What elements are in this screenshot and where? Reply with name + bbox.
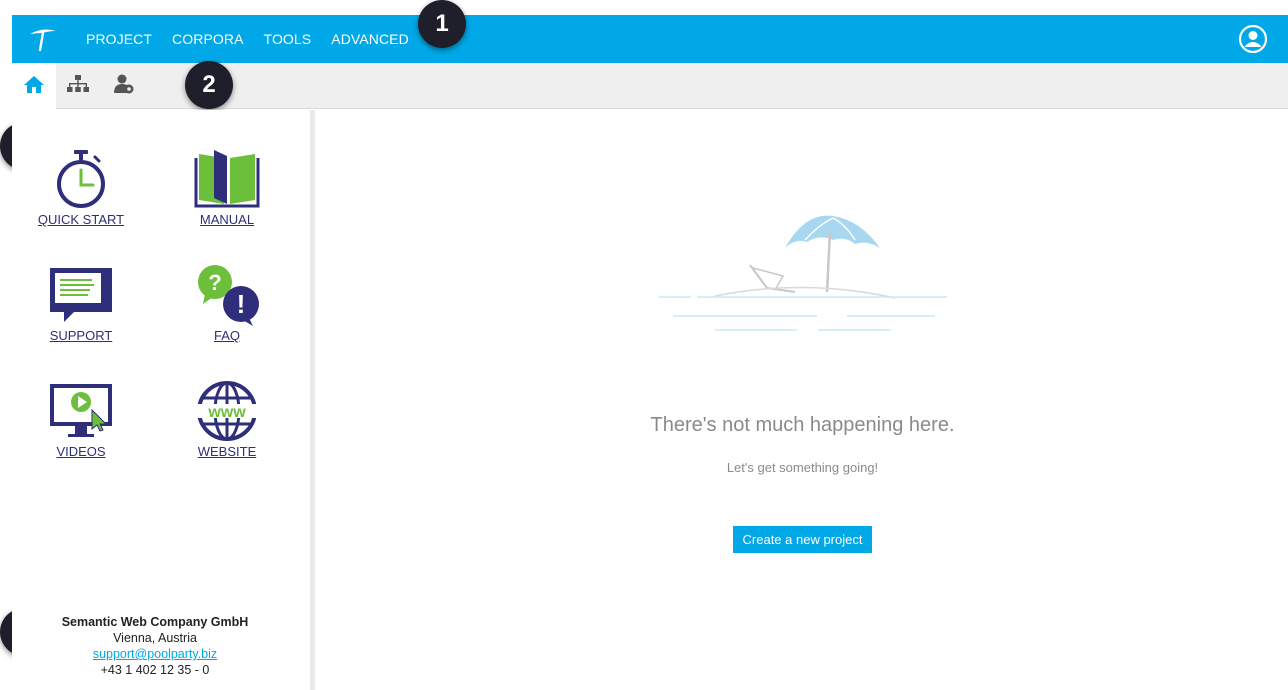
user-account-icon[interactable]	[1238, 24, 1268, 54]
umbrella-logo-icon[interactable]	[28, 25, 58, 53]
book-icon	[167, 148, 287, 210]
support-email-link[interactable]: support@poolparty.biz	[40, 646, 270, 662]
faq-link[interactable]: ? ! FAQ	[167, 264, 287, 343]
svg-text:www: www	[207, 404, 246, 421]
quick-start-label: QUICK START	[37, 212, 125, 227]
stopwatch-icon	[21, 148, 141, 210]
manual-link[interactable]: MANUAL	[167, 148, 287, 227]
sidebar-divider	[310, 110, 315, 690]
hierarchy-icon	[66, 74, 90, 99]
videos-label: VIDEOS	[56, 444, 106, 459]
faq-bubbles-icon: ? !	[167, 264, 287, 326]
company-location: Vienna, Austria	[113, 631, 197, 645]
home-icon	[23, 74, 45, 99]
menu-project[interactable]: PROJECT	[86, 31, 152, 47]
top-navigation-bar: PROJECT CORPORA TOOLS ADVANCED	[12, 15, 1288, 63]
manual-label: MANUAL	[199, 212, 255, 227]
menu-tools[interactable]: TOOLS	[264, 31, 312, 47]
quick-start-link[interactable]: QUICK START	[21, 148, 141, 227]
create-project-button[interactable]: Create a new project	[733, 526, 872, 553]
main-menu: PROJECT CORPORA TOOLS ADVANCED	[86, 15, 429, 63]
menu-advanced[interactable]: ADVANCED	[331, 31, 409, 47]
videos-link[interactable]: VIDEOS	[21, 380, 141, 459]
faq-label: FAQ	[213, 328, 240, 343]
tab-hierarchy[interactable]	[56, 63, 100, 109]
website-link[interactable]: www WEBSITE	[167, 380, 287, 459]
menu-corpora[interactable]: CORPORA	[172, 31, 244, 47]
tab-user-settings[interactable]	[102, 63, 146, 109]
company-phone: +43 1 402 12 35 - 0	[100, 663, 210, 677]
website-label: WEBSITE	[197, 444, 257, 459]
chat-support-icon	[21, 264, 141, 326]
svg-text:!: !	[237, 289, 246, 319]
svg-text:?: ?	[208, 270, 221, 295]
callout-badge-1: 1	[418, 0, 466, 48]
support-label: SUPPORT	[49, 328, 113, 343]
company-footer: Semantic Web Company GmbH Vienna, Austri…	[40, 614, 270, 678]
user-settings-icon	[113, 73, 135, 100]
empty-state-title: There's not much happening here.	[650, 414, 955, 436]
video-monitor-icon	[21, 380, 141, 442]
beach-umbrella-illustration	[655, 210, 950, 335]
company-name: Semantic Web Company GmbH	[61, 615, 249, 629]
tab-home[interactable]	[12, 63, 56, 109]
support-link[interactable]: SUPPORT	[21, 264, 141, 343]
callout-badge-2: 2	[185, 61, 233, 109]
globe-www-icon: www	[167, 380, 287, 442]
empty-state-subtitle: Let's get something going!	[726, 460, 879, 475]
